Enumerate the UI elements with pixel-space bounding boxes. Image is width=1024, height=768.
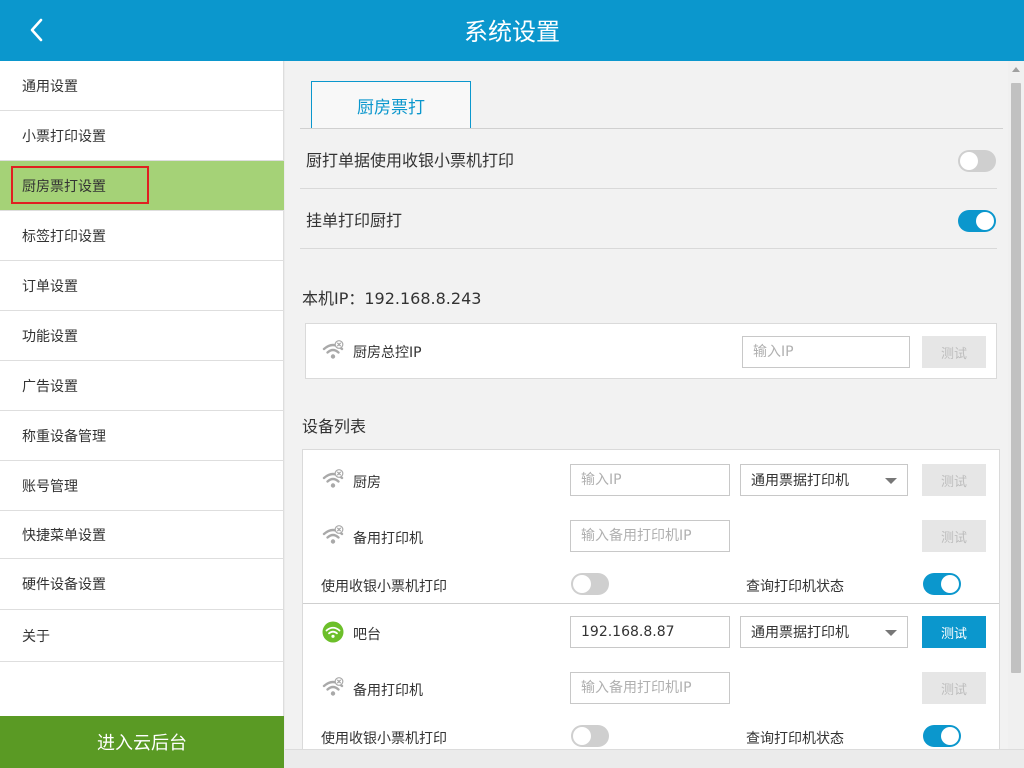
toggle-hold-order-print[interactable] — [958, 210, 996, 232]
sidebar-item-label: 功能设置 — [22, 328, 78, 345]
caret-down-icon — [885, 478, 897, 484]
backup-ip-input[interactable] — [570, 520, 730, 552]
query-status-label: 查询打印机状态 — [746, 731, 844, 747]
wifi-disconnected-icon — [322, 525, 344, 547]
cloud-backend-button[interactable]: 进入云后台 — [0, 716, 284, 768]
device-ip-input[interactable] — [570, 464, 730, 496]
backup-ip-input[interactable] — [570, 672, 730, 704]
sidebar-item-label: 厨房票打设置 — [22, 178, 106, 195]
master-test-button[interactable]: 测试 — [922, 336, 986, 368]
sidebar-item-label: 标签打印设置 — [22, 228, 106, 245]
sidebar-item-order[interactable]: 订单设置 — [0, 261, 284, 311]
sidebar-item-ads[interactable]: 广告设置 — [0, 361, 284, 411]
wifi-disconnected-icon — [322, 677, 344, 699]
sidebar-item-general[interactable]: 通用设置 — [0, 61, 284, 111]
setting-row-use-receipt-printer: 厨打单据使用收银小票机打印 — [300, 129, 997, 189]
toggle-knob — [941, 575, 959, 593]
sidebar-item-hardware[interactable]: 硬件设备设置 — [0, 559, 284, 610]
setting-label: 厨打单据使用收银小票机打印 — [306, 150, 515, 170]
tab-kitchen-print[interactable]: 厨房票打 — [311, 81, 471, 129]
device-name: 吧台 — [353, 627, 381, 643]
toggle-knob — [976, 212, 994, 230]
sidebar: 通用设置 小票打印设置 厨房票打设置 标签打印设置 订单设置 功能设置 广告设置… — [0, 61, 284, 768]
local-ip-label: 本机IP：192.168.8.243 — [302, 289, 482, 308]
device-ip-input[interactable] — [570, 616, 730, 648]
device-test-button[interactable]: 测试 — [922, 464, 986, 496]
printer-type-select[interactable]: 通用票据打印机 — [740, 464, 908, 496]
device-list-card: 厨房 通用票据打印机 测试 备用打印机 测试 使用收银小票机打印 查询打印机状态 — [302, 449, 1000, 768]
sidebar-item-label: 快捷菜单设置 — [22, 527, 106, 544]
device-divider — [303, 603, 999, 604]
toggle-query-status[interactable] — [923, 573, 961, 595]
sidebar-item-label-print[interactable]: 标签打印设置 — [0, 211, 284, 261]
backup-test-button[interactable]: 测试 — [922, 672, 986, 704]
wifi-connected-icon — [322, 621, 344, 643]
setting-label: 挂单打印厨打 — [306, 210, 403, 230]
sidebar-item-label: 关于 — [22, 628, 50, 645]
sidebar-item-label: 账号管理 — [22, 478, 78, 495]
backup-printer-name: 备用打印机 — [353, 683, 423, 699]
toggle-knob — [573, 575, 591, 593]
device-name: 厨房 — [353, 475, 381, 491]
toggle-use-receipt[interactable] — [571, 725, 609, 747]
printer-type-value: 通用票据打印机 — [751, 625, 849, 641]
backup-test-button[interactable]: 测试 — [922, 520, 986, 552]
sidebar-item-function[interactable]: 功能设置 — [0, 311, 284, 361]
master-device-name: 厨房总控IP — [353, 345, 422, 361]
main-panel: 厨房票打 厨打单据使用收银小票机打印 挂单打印厨打 本机IP：192.168.8… — [285, 61, 1024, 768]
sidebar-item-kitchen-print[interactable]: 厨房票打设置 — [0, 161, 284, 211]
scroll-up-arrow-icon[interactable] — [1012, 67, 1020, 72]
sidebar-item-label: 硬件设备设置 — [22, 577, 106, 593]
sidebar-item-receipt-print[interactable]: 小票打印设置 — [0, 111, 284, 161]
sidebar-item-label: 通用设置 — [22, 78, 78, 95]
scroll-thumb[interactable] — [1011, 83, 1021, 673]
wifi-disconnected-icon — [322, 469, 344, 491]
caret-down-icon — [885, 630, 897, 636]
page-title: 系统设置 — [464, 18, 560, 46]
toggle-knob — [960, 152, 978, 170]
sidebar-item-account[interactable]: 账号管理 — [0, 461, 284, 511]
backup-printer-name: 备用打印机 — [353, 531, 423, 547]
sidebar-item-scale[interactable]: 称重设备管理 — [0, 411, 284, 461]
sidebar-item-label: 订单设置 — [22, 278, 78, 295]
sidebar-item-label: 广告设置 — [22, 378, 78, 395]
use-receipt-label: 使用收银小票机打印 — [321, 731, 447, 747]
device-test-button[interactable]: 测试 — [922, 616, 986, 648]
toggle-use-receipt[interactable] — [571, 573, 609, 595]
printer-type-value: 通用票据打印机 — [751, 473, 849, 489]
query-status-label: 查询打印机状态 — [746, 579, 844, 595]
toggle-use-receipt-printer[interactable] — [958, 150, 996, 172]
bottom-edge — [285, 749, 1024, 768]
sidebar-item-label: 小票打印设置 — [22, 128, 106, 145]
toggle-query-status[interactable] — [923, 725, 961, 747]
toggle-knob — [573, 727, 591, 745]
use-receipt-label: 使用收银小票机打印 — [321, 579, 447, 595]
master-ip-input[interactable] — [742, 336, 910, 368]
device-list-title: 设备列表 — [302, 417, 367, 436]
kitchen-master-card: 厨房总控IP 测试 — [305, 323, 997, 379]
vertical-scrollbar[interactable] — [1008, 61, 1024, 749]
toggle-knob — [941, 727, 959, 745]
sidebar-item-label: 称重设备管理 — [22, 428, 106, 445]
setting-row-hold-order-print: 挂单打印厨打 — [300, 189, 997, 249]
wifi-disconnected-icon — [322, 340, 344, 362]
sidebar-item-shortcut-menu[interactable]: 快捷菜单设置 — [0, 511, 284, 559]
top-bar: 系统设置 — [0, 0, 1024, 61]
sidebar-item-about[interactable]: 关于 — [0, 610, 284, 662]
printer-type-select[interactable]: 通用票据打印机 — [740, 616, 908, 648]
